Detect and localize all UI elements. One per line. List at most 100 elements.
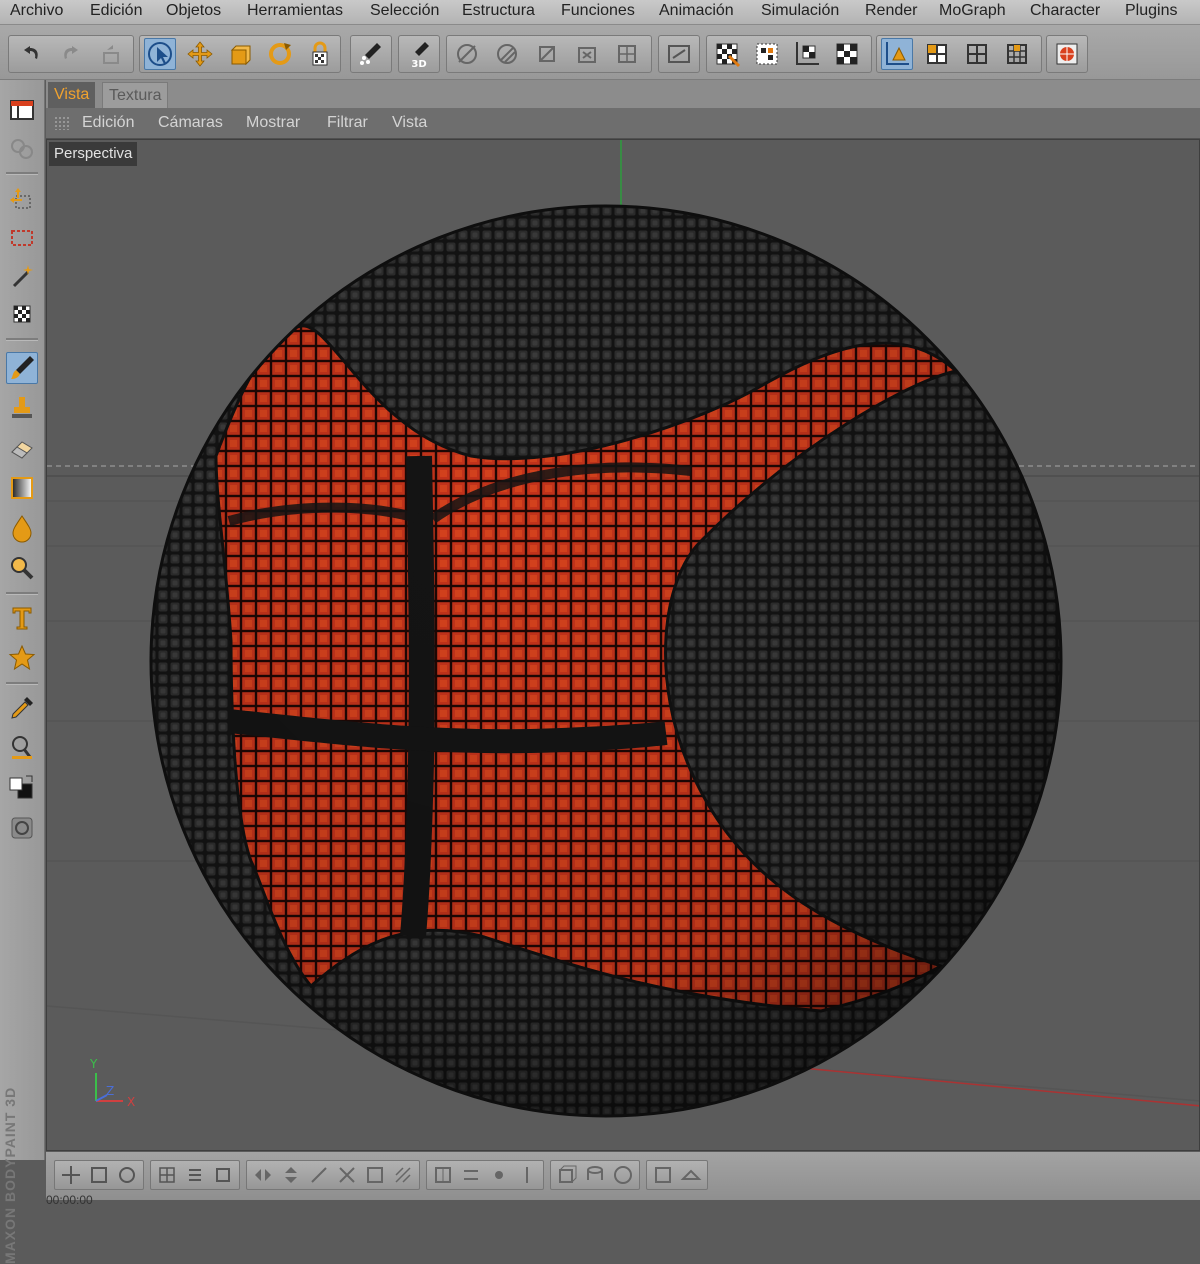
- zoom-tool-icon[interactable]: [6, 552, 38, 584]
- view-menu-vista[interactable]: Vista: [392, 114, 427, 132]
- uv-split-icon[interactable]: [515, 1163, 539, 1187]
- brush-icon[interactable]: [6, 352, 38, 384]
- uv-rotate-icon[interactable]: [115, 1163, 139, 1187]
- axis-label-y: Y: [90, 1057, 98, 1071]
- view-tabs: Vista Textura: [46, 80, 1200, 109]
- render-view-icon[interactable]: [711, 38, 743, 70]
- live-selection-icon[interactable]: [144, 38, 176, 70]
- menu-plugins[interactable]: Plugins: [1125, 2, 1177, 20]
- render-settings-icon[interactable]: [791, 38, 823, 70]
- uv-stack-icon[interactable]: [211, 1163, 235, 1187]
- object-icon[interactable]: [921, 38, 953, 70]
- menu-funciones[interactable]: Funciones: [561, 2, 635, 20]
- uv-move-icon[interactable]: [59, 1163, 83, 1187]
- text-tool-icon[interactable]: [6, 602, 38, 634]
- menu-mograph[interactable]: MoGraph: [939, 2, 1006, 20]
- viewport-perspective[interactable]: Perspectiva Y Z X: [46, 139, 1200, 1151]
- points-mode-icon[interactable]: [451, 38, 483, 70]
- projection-icon[interactable]: [663, 38, 695, 70]
- layout-icon[interactable]: [6, 94, 38, 126]
- globe-render-icon[interactable]: [1051, 38, 1083, 70]
- star-shape-icon[interactable]: [6, 642, 38, 674]
- uv-mirror-u-icon[interactable]: [251, 1163, 275, 1187]
- 3d-paint-icon[interactable]: 3D: [403, 38, 435, 70]
- lock-axis-icon[interactable]: [304, 38, 336, 70]
- projection-group: [658, 35, 700, 73]
- magic-wand-icon[interactable]: [6, 260, 38, 292]
- view-mode-group: [876, 35, 1042, 73]
- texture-select-icon[interactable]: [6, 298, 38, 330]
- model-icon[interactable]: [961, 38, 993, 70]
- view-menu-camaras[interactable]: Cámaras: [158, 114, 223, 132]
- menu-render[interactable]: Render: [865, 2, 917, 20]
- edges-mode-icon[interactable]: [491, 38, 523, 70]
- uv-polygons-icon[interactable]: [611, 38, 643, 70]
- timecode: 00:00:00: [46, 1193, 93, 1207]
- view-menu-edicion[interactable]: Edición: [82, 114, 134, 132]
- uv-flat-icon[interactable]: [679, 1163, 703, 1187]
- gradient-icon[interactable]: [6, 472, 38, 504]
- menu-character[interactable]: Character: [1030, 2, 1100, 20]
- drop-icon[interactable]: [6, 512, 38, 544]
- menu-seleccion[interactable]: Selección: [370, 2, 439, 20]
- eyedropper-icon[interactable]: [6, 692, 38, 724]
- uv-pack-icon[interactable]: [391, 1163, 415, 1187]
- tab-textura[interactable]: Textura: [102, 82, 169, 109]
- uv-list-icon[interactable]: [183, 1163, 207, 1187]
- basketball-model[interactable]: [149, 204, 1063, 1118]
- render-picture-viewer-icon[interactable]: [831, 38, 863, 70]
- uv-grid-icon[interactable]: [155, 1163, 179, 1187]
- uv-mirror-v-icon[interactable]: [279, 1163, 303, 1187]
- uv-cube-icon[interactable]: [555, 1163, 579, 1187]
- menu-archivo[interactable]: Archivo: [10, 2, 63, 20]
- polygons-mode-icon[interactable]: [531, 38, 563, 70]
- history-group: [8, 35, 134, 73]
- uv-relax-icon[interactable]: [335, 1163, 359, 1187]
- rotate-icon[interactable]: [264, 38, 296, 70]
- uv-scale-icon[interactable]: [87, 1163, 111, 1187]
- view-menu-filtrar[interactable]: Filtrar: [327, 114, 368, 132]
- menu-bar: Archivo Edición Objetos Herramientas Sel…: [0, 0, 1200, 25]
- uv-grid-snap-icon[interactable]: [431, 1163, 455, 1187]
- menu-animacion[interactable]: Animación: [659, 2, 734, 20]
- selection-rect-icon[interactable]: [6, 222, 38, 254]
- move-icon[interactable]: [184, 38, 216, 70]
- paint-setup-icon[interactable]: [355, 38, 387, 70]
- paint-layer-icon[interactable]: [6, 132, 38, 164]
- axis-label-z: Z: [106, 1084, 115, 1098]
- uv-frontal-icon[interactable]: [651, 1163, 675, 1187]
- undo-icon[interactable]: [15, 38, 47, 70]
- scale-icon[interactable]: [224, 38, 256, 70]
- magnifier-icon[interactable]: [6, 732, 38, 764]
- clone-stamp-icon[interactable]: [6, 392, 38, 424]
- uv-weld-icon[interactable]: [487, 1163, 511, 1187]
- texture-mode-icon[interactable]: [1001, 38, 1033, 70]
- color-swap-icon[interactable]: [6, 772, 38, 804]
- material-icon[interactable]: [6, 812, 38, 844]
- menu-simulacion[interactable]: Simulación: [761, 2, 839, 20]
- render-region-icon[interactable]: [751, 38, 783, 70]
- camera-label[interactable]: Perspectiva: [49, 142, 138, 166]
- uv-transfer-icon[interactable]: [459, 1163, 483, 1187]
- grip-handle[interactable]: [54, 116, 70, 130]
- uv-optimize-icon[interactable]: [363, 1163, 387, 1187]
- uv-points-icon[interactable]: [571, 38, 603, 70]
- scene-canvas: [47, 140, 1199, 1118]
- uv-cylinder-icon[interactable]: [583, 1163, 607, 1187]
- undo-view-icon[interactable]: [95, 38, 127, 70]
- tool-palette: MAXON BODYPAINT 3D: [0, 80, 45, 1264]
- separator: [6, 338, 38, 341]
- eraser-icon[interactable]: [6, 432, 38, 464]
- uv-sphere-icon[interactable]: [611, 1163, 635, 1187]
- move-tool-icon[interactable]: [6, 184, 38, 216]
- tab-vista[interactable]: Vista: [48, 82, 96, 108]
- svg-text:3D: 3D: [411, 59, 426, 70]
- workplane-icon[interactable]: [881, 38, 913, 70]
- view-menu-mostrar[interactable]: Mostrar: [246, 114, 300, 132]
- menu-herramientas[interactable]: Herramientas: [247, 2, 343, 20]
- redo-icon[interactable]: [55, 38, 87, 70]
- menu-edicion[interactable]: Edición: [90, 2, 142, 20]
- uv-align-icon[interactable]: [307, 1163, 331, 1187]
- menu-estructura[interactable]: Estructura: [462, 2, 535, 20]
- menu-objetos[interactable]: Objetos: [166, 2, 221, 20]
